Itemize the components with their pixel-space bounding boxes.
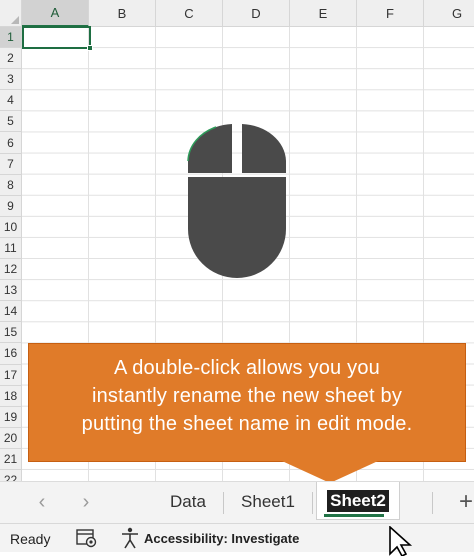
active-tab-underline (324, 514, 384, 517)
row-header[interactable]: 15 (0, 322, 21, 344)
status-ready: Ready (10, 531, 51, 547)
active-cell-a1[interactable] (22, 26, 91, 49)
callout-line-2: instantly rename the new sheet by (91, 385, 403, 407)
select-all-corner[interactable] (0, 0, 22, 27)
row-headers: 1 2 3 4 5 6 7 8 9 10 11 12 13 14 15 16 17 18 19 20 21 22 (0, 27, 22, 481)
row-header[interactable]: 21 (0, 449, 21, 470)
sheet-tab-bar: ‹ › Data Sheet1 Sheet2 + (0, 481, 474, 523)
add-sheet-button[interactable]: + (455, 487, 474, 517)
row-header[interactable]: 2 (0, 48, 21, 70)
row-header[interactable]: 1 (0, 27, 21, 49)
row-header[interactable]: 8 (0, 175, 21, 196)
tab-separator (223, 492, 224, 514)
row-header[interactable]: 6 (0, 132, 21, 154)
row-header[interactable]: 7 (0, 154, 21, 175)
mouse-icon (187, 124, 286, 278)
chevron-left-icon[interactable]: ‹ (30, 488, 54, 516)
row-header[interactable]: 3 (0, 69, 21, 91)
callout-pointer (282, 461, 378, 483)
callout-line-1: A double-click allows you you (114, 357, 380, 379)
accessibility-status[interactable]: Accessibility: Investigate (144, 531, 299, 546)
row-header[interactable]: 22 (0, 470, 21, 481)
row-header[interactable]: 10 (0, 217, 21, 238)
callout-line-3: putting the sheet name in edit mode. (81, 413, 413, 435)
column-header-e[interactable]: E (290, 0, 357, 27)
row-header[interactable]: 4 (0, 90, 21, 112)
chevron-right-icon[interactable]: › (74, 488, 98, 516)
tab-separator (432, 492, 433, 514)
column-header-f[interactable]: F (357, 0, 424, 27)
row-header[interactable]: 14 (0, 301, 21, 323)
tab-data[interactable]: Data (160, 486, 216, 518)
column-headers: A B C D E F G (22, 0, 474, 27)
row-header[interactable]: 9 (0, 196, 21, 217)
callout-box: A double-click allows you you instantly … (28, 343, 466, 462)
column-header-g[interactable]: G (424, 0, 474, 27)
tab-sheet1[interactable]: Sheet1 (230, 486, 306, 518)
column-header-b[interactable]: B (89, 0, 156, 27)
column-header-a[interactable]: A (22, 0, 89, 27)
row-header[interactable]: 18 (0, 386, 21, 407)
accessibility-icon[interactable] (120, 527, 140, 549)
row-header[interactable]: 19 (0, 407, 21, 428)
column-header-c[interactable]: C (156, 0, 223, 27)
macro-recording-icon[interactable] (76, 528, 98, 548)
row-header[interactable]: 20 (0, 428, 21, 449)
row-header[interactable]: 13 (0, 280, 21, 302)
fill-handle[interactable] (87, 45, 93, 51)
row-header[interactable]: 5 (0, 111, 21, 133)
tab-separator (312, 492, 313, 514)
column-header-d[interactable]: D (223, 0, 290, 27)
row-header[interactable]: 17 (0, 365, 21, 386)
sheet-name-edit-field[interactable]: Sheet2 (327, 489, 389, 512)
row-header[interactable]: 12 (0, 259, 21, 281)
row-header[interactable]: 11 (0, 238, 21, 260)
row-header[interactable]: 16 (0, 343, 21, 365)
